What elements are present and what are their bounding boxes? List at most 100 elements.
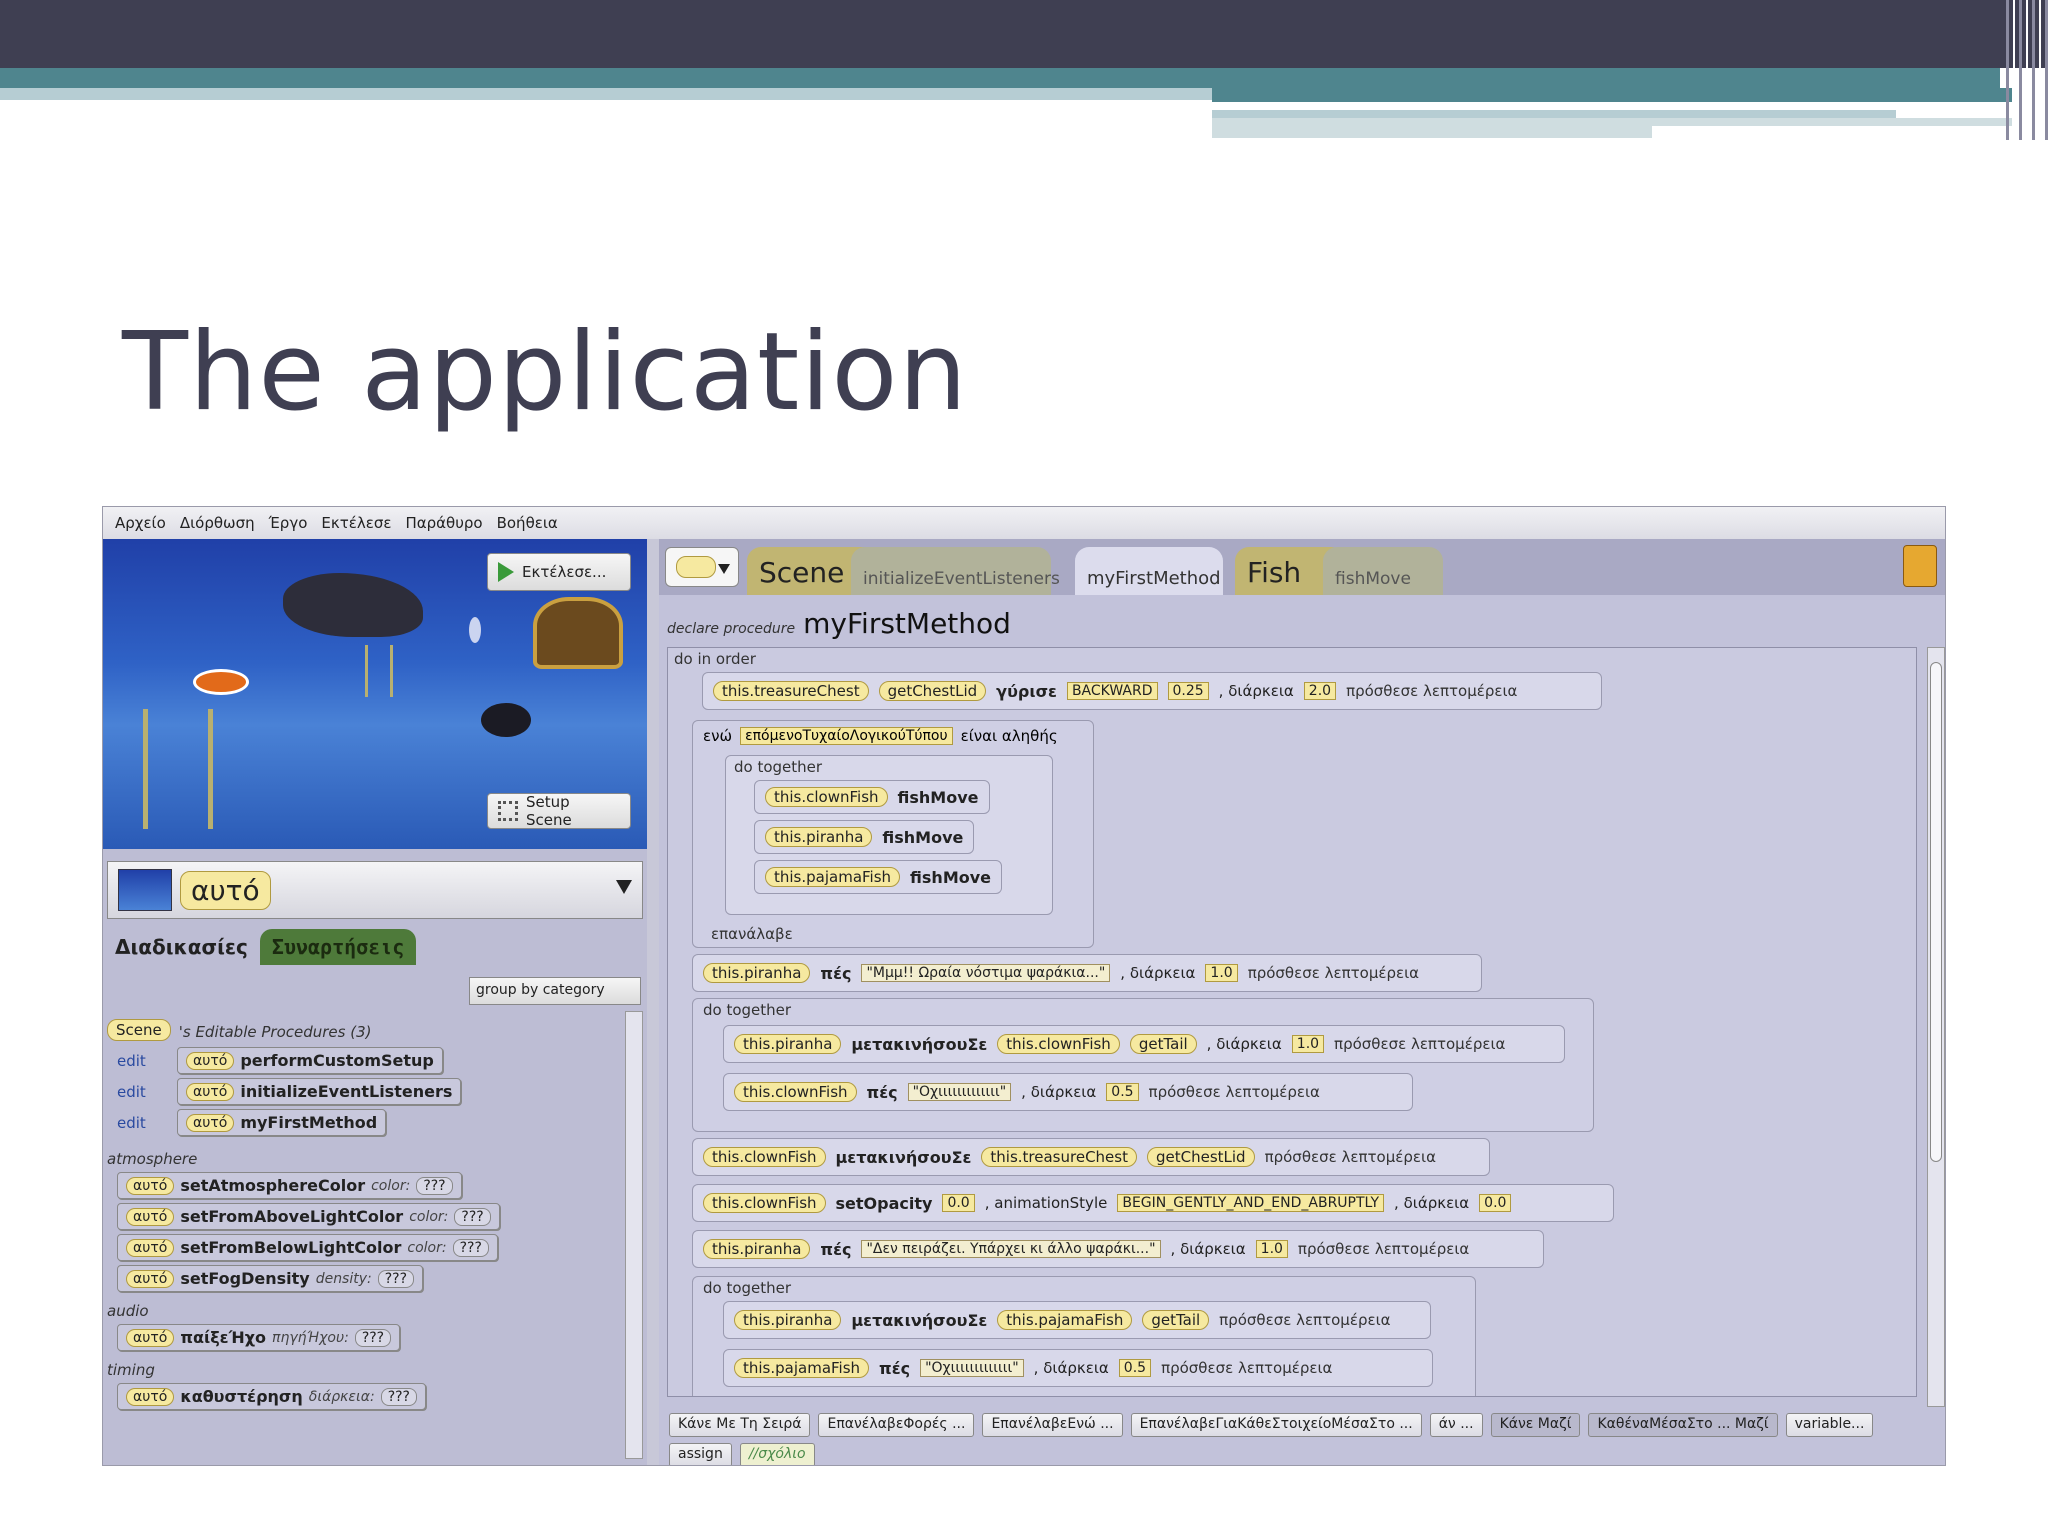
object-pill[interactable]: this.pajamaFish — [734, 1358, 870, 1378]
direction-value[interactable]: BACKWARD — [1066, 682, 1158, 700]
add-detail[interactable]: πρόσθεσε λεπτομέρεια — [1334, 1035, 1505, 1053]
object-pill[interactable]: this.clownFish — [703, 1147, 826, 1167]
statement-say[interactable]: this.clownFish πές "Οχιιιιιιιιιιιιι" , δ… — [723, 1073, 1413, 1111]
tab-initialize-event-listeners[interactable]: initializeEventListeners — [851, 547, 1060, 595]
function-pill[interactable]: getTail — [1129, 1034, 1197, 1054]
procedure-tile[interactable]: αυτό καθυστέρηση διάρκεια:??? — [117, 1383, 426, 1410]
param-value[interactable]: ??? — [452, 1238, 489, 1257]
param-value[interactable]: ??? — [377, 1269, 415, 1288]
count-loop-tile[interactable]: ΕπανέλαβεΦορές ... — [818, 1413, 975, 1437]
while-loop-tile[interactable]: ΕπανέλαβεΕνώ ... — [982, 1413, 1123, 1437]
procedure-tile[interactable]: αυτό setFromAboveLightColor color:??? — [117, 1203, 500, 1230]
statement-say[interactable]: this.pajamaFish πές "Οχιιιιιιιιιιιιι" , … — [723, 1349, 1433, 1387]
procedure-tile[interactable]: αυτό myFirstMethod — [177, 1109, 387, 1136]
menu-run[interactable]: Εκτέλεσε — [321, 514, 391, 532]
do-together-block[interactable]: do together this.piranha μετακινήσουΣε t… — [692, 998, 1594, 1132]
opacity-value[interactable]: 0.0 — [942, 1194, 975, 1212]
tab-chooser[interactable] — [665, 547, 739, 587]
scrollbar-thumb[interactable] — [1930, 662, 1942, 1162]
add-detail[interactable]: πρόσθεσε λεπτομέρεια — [1248, 964, 1419, 982]
for-each-tile[interactable]: ΕπανέλαβεΓιαΚάθεΣτοιχείοΜέσαΣτο ... — [1130, 1413, 1422, 1437]
add-detail[interactable]: πρόσθεσε λεπτομέρεια — [1265, 1148, 1436, 1166]
do-together-tile[interactable]: Κάνε Μαζί — [1490, 1413, 1581, 1437]
function-pill[interactable]: getChestLid — [878, 681, 987, 701]
statement-fishmove[interactable]: this.pajamaFish fishMove — [754, 860, 1003, 894]
if-tile[interactable]: άν ... — [1429, 1413, 1483, 1437]
code-scrollbar[interactable] — [1927, 647, 1945, 1407]
object-pill[interactable]: this.piranha — [765, 827, 873, 847]
object-pill[interactable]: this.clownFish — [703, 1193, 826, 1213]
procedure-tile[interactable]: αυτό initializeEventListeners — [177, 1078, 462, 1105]
object-pill[interactable]: this.treasureChest — [713, 681, 869, 701]
function-pill[interactable]: getChestLid — [1146, 1147, 1255, 1167]
procedure-tile[interactable]: αυτό setFogDensity density:??? — [117, 1265, 424, 1292]
text-value[interactable]: "Οχιιιιιιιιιιιιι" — [920, 1359, 1024, 1377]
object-pill[interactable]: this.piranha — [703, 1239, 811, 1259]
each-in-together-tile[interactable]: ΚαθέναΜέσαΣτο ... Μαζί — [1588, 1413, 1778, 1437]
duration-value[interactable]: 1.0 — [1205, 964, 1238, 982]
variable-tile[interactable]: variable... — [1785, 1413, 1874, 1437]
procedure-tile[interactable]: αυτό παίξεΉχο πηγήΉχου:??? — [117, 1324, 401, 1351]
tab-procedures[interactable]: Διαδικασίες — [103, 929, 260, 965]
procedure-tile[interactable]: αυτό setAtmosphereColor color:??? — [117, 1172, 462, 1199]
duration-value[interactable]: 1.0 — [1291, 1035, 1325, 1053]
statement-move-to[interactable]: this.clownFish μετακινήσουΣε this.treasu… — [692, 1138, 1490, 1176]
statement-say[interactable]: this.piranha πές "Μμμ!! Ωραία νόστιμα ψα… — [692, 954, 1482, 992]
assign-tile[interactable]: assign — [669, 1443, 732, 1465]
comment-tile[interactable]: //σχόλιο — [739, 1443, 815, 1465]
statement-move-to[interactable]: this.piranha μετακινήσουΣε this.pajamaFi… — [723, 1301, 1431, 1339]
while-block[interactable]: ενώ επόμενοΤυχαίοΛογικούΤύπου είναι αληθ… — [692, 720, 1094, 948]
tab-functions[interactable]: Συναρτήσεις — [259, 929, 417, 965]
add-detail[interactable]: πρόσθεσε λεπτομέρεια — [1298, 1240, 1469, 1258]
edit-link[interactable]: edit — [117, 1052, 169, 1070]
object-pill[interactable]: this.piranha — [703, 963, 811, 983]
while-condition[interactable]: επόμενοΤυχαίοΛογικούΤύπου — [740, 727, 953, 745]
edit-link[interactable]: edit — [117, 1114, 169, 1132]
param-value[interactable]: ??? — [416, 1176, 453, 1195]
object-pill[interactable]: this.piranha — [734, 1034, 842, 1054]
text-value[interactable]: "Δεν πειράζει. Υπάρχει κι άλλο ψαράκι...… — [861, 1240, 1161, 1258]
palette-scrollbar[interactable] — [625, 1011, 643, 1459]
menu-project[interactable]: Έργο — [269, 514, 308, 532]
text-value[interactable]: "Οχιιιιιιιιιιιιι" — [907, 1083, 1012, 1101]
duration-value[interactable]: 2.0 — [1303, 682, 1337, 700]
chevron-down-icon[interactable] — [616, 880, 632, 894]
tab-fish-move[interactable]: fishMove — [1323, 547, 1443, 595]
object-pill[interactable]: this.pajamaFish — [765, 867, 901, 887]
group-by-select[interactable]: group by category — [469, 977, 641, 1005]
amount-value[interactable]: 0.25 — [1167, 682, 1209, 700]
animation-style-value[interactable]: BEGIN_GENTLY_AND_END_ABRUPTLY — [1117, 1194, 1385, 1212]
add-detail[interactable]: πρόσθεσε λεπτομέρεια — [1161, 1359, 1332, 1377]
target-pill[interactable]: this.pajamaFish — [997, 1310, 1133, 1330]
function-pill[interactable]: getTail — [1142, 1310, 1210, 1330]
duration-value[interactable]: 0.5 — [1106, 1083, 1139, 1101]
add-detail[interactable]: πρόσθεσε λεπτομέρεια — [1219, 1311, 1390, 1329]
duration-value[interactable]: 1.0 — [1255, 1240, 1288, 1258]
target-pill[interactable]: this.clownFish — [997, 1034, 1120, 1054]
clipboard-icon[interactable] — [1903, 545, 1937, 587]
statement-fishmove[interactable]: this.piranha fishMove — [754, 820, 975, 854]
do-together-block[interactable]: do together this.piranha μετακινήσουΣε t… — [692, 1276, 1476, 1396]
param-value[interactable]: ??? — [454, 1207, 491, 1226]
duration-value[interactable]: 0.5 — [1118, 1359, 1152, 1377]
setup-scene-button[interactable]: Setup Scene — [487, 793, 631, 829]
param-value[interactable]: ??? — [354, 1328, 392, 1347]
statement-move-to[interactable]: this.piranha μετακινήσουΣε this.clownFis… — [723, 1025, 1565, 1063]
scene-view[interactable]: Εκτέλεσε... Setup Scene — [103, 539, 647, 849]
menu-help[interactable]: Βοήθεια — [497, 514, 558, 532]
menu-window[interactable]: Παράθυρο — [405, 514, 482, 532]
code-area[interactable]: do in order this.treasureChest getChestL… — [667, 647, 1917, 1397]
do-together-block[interactable]: do together this.clownFish fishMove this.… — [725, 755, 1053, 915]
menu-edit[interactable]: Διόρθωση — [180, 514, 255, 532]
add-detail[interactable]: πρόσθεσε λεπτομέρεια — [1149, 1083, 1320, 1101]
param-value[interactable]: ??? — [380, 1387, 417, 1406]
procedure-tile[interactable]: αυτό performCustomSetup — [177, 1047, 443, 1074]
statement-say[interactable]: this.piranha πές "Δεν πειράζει. Υπάρχει … — [692, 1230, 1544, 1268]
edit-link[interactable]: edit — [117, 1083, 169, 1101]
object-pill[interactable]: this.clownFish — [734, 1082, 857, 1102]
statement-set-opacity[interactable]: this.clownFish setOpacity 0.0 , animatio… — [692, 1184, 1614, 1222]
procedure-tile[interactable]: αυτό setFromBelowLightColor color:??? — [117, 1234, 498, 1261]
add-detail[interactable]: πρόσθεσε λεπτομέρεια — [1346, 682, 1517, 700]
statement-fishmove[interactable]: this.clownFish fishMove — [754, 780, 990, 814]
target-pill[interactable]: this.treasureChest — [981, 1147, 1137, 1167]
